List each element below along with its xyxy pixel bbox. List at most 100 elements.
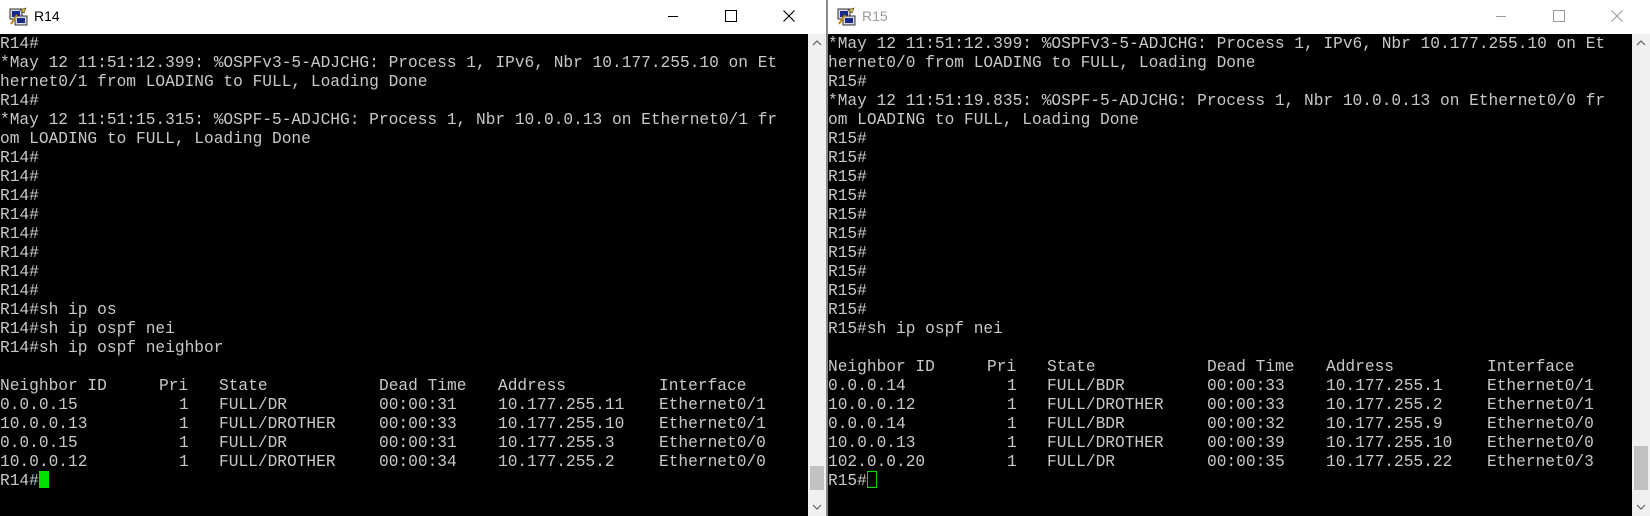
table-cell: 1 <box>1007 453 1017 471</box>
table-cell: 10.0.0.13 <box>0 415 88 433</box>
scroll-up-button[interactable] <box>1632 34 1650 52</box>
terminal-line: R14#sh ip ospf nei <box>0 320 175 338</box>
table-cell: 1 <box>179 415 189 433</box>
table-cell: FULL/DR <box>219 396 287 414</box>
putty-window-r15[interactable]: R15 *May 12 11:51:12.399: %OSPFv3-5-ADJC… <box>828 0 1650 516</box>
column-header: Pri <box>987 358 1017 376</box>
table-cell: Ethernet0/1 <box>659 396 766 414</box>
column-header: Dead Time <box>379 377 467 395</box>
terminal-output[interactable]: R14# *May 12 11:51:12.399: %OSPFv3-5-ADJ… <box>0 34 808 516</box>
column-header: Neighbor ID <box>0 377 107 395</box>
table-cell: 0.0.0.14 <box>828 377 906 395</box>
vertical-scrollbar[interactable] <box>1632 34 1650 516</box>
terminal-output[interactable]: *May 12 11:51:12.399: %OSPFv3-5-ADJCHG: … <box>828 34 1632 516</box>
table-cell: Ethernet0/0 <box>659 453 766 471</box>
table-cell: 10.177.255.1 <box>1326 377 1443 395</box>
table-cell: 00:00:32 <box>1207 415 1285 433</box>
table-cell: Ethernet0/0 <box>1487 415 1594 433</box>
column-header: Address <box>498 377 566 395</box>
putty-window-r14[interactable]: R14 R14# *May 12 11:51:12.399: %OSPFv3-5… <box>0 0 826 516</box>
terminal-line: R15# <box>828 225 867 243</box>
table-cell: 0.0.0.15 <box>0 396 78 414</box>
terminal-line: hernet0/1 from LOADING to FULL, Loading … <box>0 73 428 91</box>
vertical-scrollbar[interactable] <box>808 34 826 516</box>
maximize-icon <box>725 10 737 22</box>
column-header: State <box>219 377 268 395</box>
terminal-line: R15# <box>828 282 867 300</box>
text-cursor <box>38 471 49 488</box>
table-cell: Ethernet0/0 <box>1487 434 1594 452</box>
terminal-line: R14# <box>0 263 39 281</box>
terminal-line: hernet0/0 from LOADING to FULL, Loading … <box>828 54 1256 72</box>
command-prompt[interactable]: R14# <box>0 471 49 491</box>
table-cell: 00:00:31 <box>379 396 457 414</box>
terminal-line: *May 12 11:51:19.835: %OSPF-5-ADJCHG: Pr… <box>828 92 1606 110</box>
terminal-line: *May 12 11:51:12.399: %OSPFv3-5-ADJCHG: … <box>0 54 778 72</box>
terminal-line: R15# <box>828 244 867 262</box>
scrollbar-thumb[interactable] <box>810 466 824 490</box>
column-header: Interface <box>659 377 747 395</box>
table-cell: 10.177.255.2 <box>498 453 615 471</box>
terminal-line: R14# <box>0 168 39 186</box>
prompt-text: R15# <box>828 472 867 490</box>
terminal-line: R15# <box>828 263 867 281</box>
title-bar[interactable]: R15 <box>828 0 1650 34</box>
table-cell: 10.0.0.12 <box>0 453 88 471</box>
terminal-line: *May 12 11:51:12.399: %OSPFv3-5-ADJCHG: … <box>828 35 1606 53</box>
close-icon <box>783 10 795 22</box>
table-cell: FULL/DR <box>1047 453 1115 471</box>
table-cell: 1 <box>179 434 189 452</box>
terminal-line: R15# <box>828 73 867 91</box>
maximize-button[interactable] <box>1530 0 1588 32</box>
column-header: Dead Time <box>1207 358 1295 376</box>
minimize-button[interactable] <box>644 0 702 32</box>
chevron-down-icon <box>812 504 822 510</box>
table-cell: 10.177.255.9 <box>1326 415 1443 433</box>
close-button[interactable] <box>760 0 818 32</box>
command-prompt[interactable]: R15# <box>828 471 877 491</box>
terminal-line: R14# <box>0 206 39 224</box>
chevron-up-icon <box>812 40 822 46</box>
close-button[interactable] <box>1588 0 1646 32</box>
maximize-button[interactable] <box>702 0 760 32</box>
table-cell: 10.0.0.13 <box>828 434 916 452</box>
table-cell: 00:00:33 <box>1207 377 1285 395</box>
terminal-line: R15#sh ip ospf nei <box>828 320 1003 338</box>
table-cell: 0.0.0.14 <box>828 415 906 433</box>
table-cell: 00:00:33 <box>1207 396 1285 414</box>
terminal-line: R14#sh ip ospf neighbor <box>0 339 224 357</box>
table-cell: 00:00:35 <box>1207 453 1285 471</box>
table-cell: 10.177.255.22 <box>1326 453 1453 471</box>
terminal-line: R14# <box>0 35 39 53</box>
table-cell: 10.177.255.11 <box>498 396 625 414</box>
chevron-down-icon <box>1636 504 1646 510</box>
column-header: Interface <box>1487 358 1575 376</box>
terminal-line: om LOADING to FULL, Loading Done <box>828 111 1139 129</box>
terminal-line: R15# <box>828 168 867 186</box>
table-cell: FULL/DROTHER <box>219 453 336 471</box>
scroll-down-button[interactable] <box>1632 498 1650 516</box>
table-cell: 1 <box>179 453 189 471</box>
terminal-line: R15# <box>828 301 867 319</box>
table-cell: 1 <box>1007 415 1017 433</box>
table-cell: 1 <box>179 396 189 414</box>
title-bar[interactable]: R14 <box>0 0 826 34</box>
table-cell: FULL/DR <box>219 434 287 452</box>
scroll-down-button[interactable] <box>808 498 826 516</box>
table-cell: FULL/DROTHER <box>1047 396 1164 414</box>
column-header: Pri <box>159 377 189 395</box>
close-icon <box>1611 10 1623 22</box>
text-cursor <box>866 471 877 488</box>
table-cell: Ethernet0/3 <box>1487 453 1594 471</box>
table-cell: Ethernet0/0 <box>659 434 766 452</box>
table-cell: 00:00:34 <box>379 453 457 471</box>
scrollbar-thumb[interactable] <box>1634 446 1648 490</box>
scroll-up-button[interactable] <box>808 34 826 52</box>
terminal-line: om LOADING to FULL, Loading Done <box>0 130 311 148</box>
minimize-button[interactable] <box>1472 0 1530 32</box>
table-cell: 00:00:31 <box>379 434 457 452</box>
column-header: State <box>1047 358 1096 376</box>
terminal-line: R15# <box>828 187 867 205</box>
minimize-icon <box>668 16 678 17</box>
table-cell: 10.177.255.10 <box>498 415 625 433</box>
